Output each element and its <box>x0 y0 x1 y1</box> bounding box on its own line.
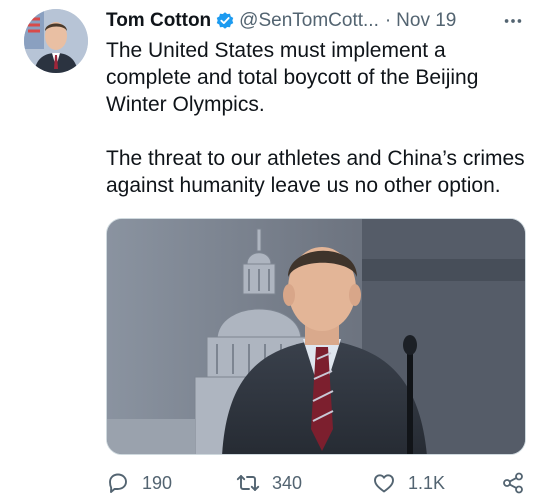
share-icon <box>503 472 523 494</box>
reply-button[interactable]: 190 <box>106 468 172 498</box>
tweet-text: The United States must implement a compl… <box>106 37 536 199</box>
tweet-timestamp[interactable]: Nov 19 <box>396 8 456 34</box>
author-name[interactable]: Tom Cotton <box>106 8 211 34</box>
tweet[interactable]: Tom Cotton @SenTomCott... · Nov 19 The U… <box>0 0 550 504</box>
avatar[interactable] <box>24 9 88 73</box>
tweet-header: Tom Cotton @SenTomCott... · Nov 19 <box>106 8 536 34</box>
reply-count: 190 <box>142 472 173 493</box>
like-button[interactable]: 1.1K <box>372 468 445 498</box>
retweet-count: 340 <box>272 472 303 493</box>
reply-icon <box>109 473 127 493</box>
retweet-button[interactable]: 340 <box>236 468 302 498</box>
retweet-icon <box>236 475 260 491</box>
author-handle[interactable]: @SenTomCott... <box>239 8 379 34</box>
verified-badge-icon <box>215 11 235 31</box>
more-icon[interactable] <box>500 8 526 34</box>
share-button[interactable] <box>501 468 525 498</box>
tweet-actions: 190 340 1.1K <box>96 468 536 498</box>
like-count: 1.1K <box>408 472 446 493</box>
like-icon <box>374 474 394 493</box>
video-frame <box>107 219 525 454</box>
header-separator: · <box>384 10 392 31</box>
tweet-paragraph: The United States must implement a compl… <box>106 39 479 116</box>
tweet-video[interactable] <box>106 218 526 455</box>
tweet-paragraph: The threat to our athletes and China’s c… <box>106 147 525 197</box>
